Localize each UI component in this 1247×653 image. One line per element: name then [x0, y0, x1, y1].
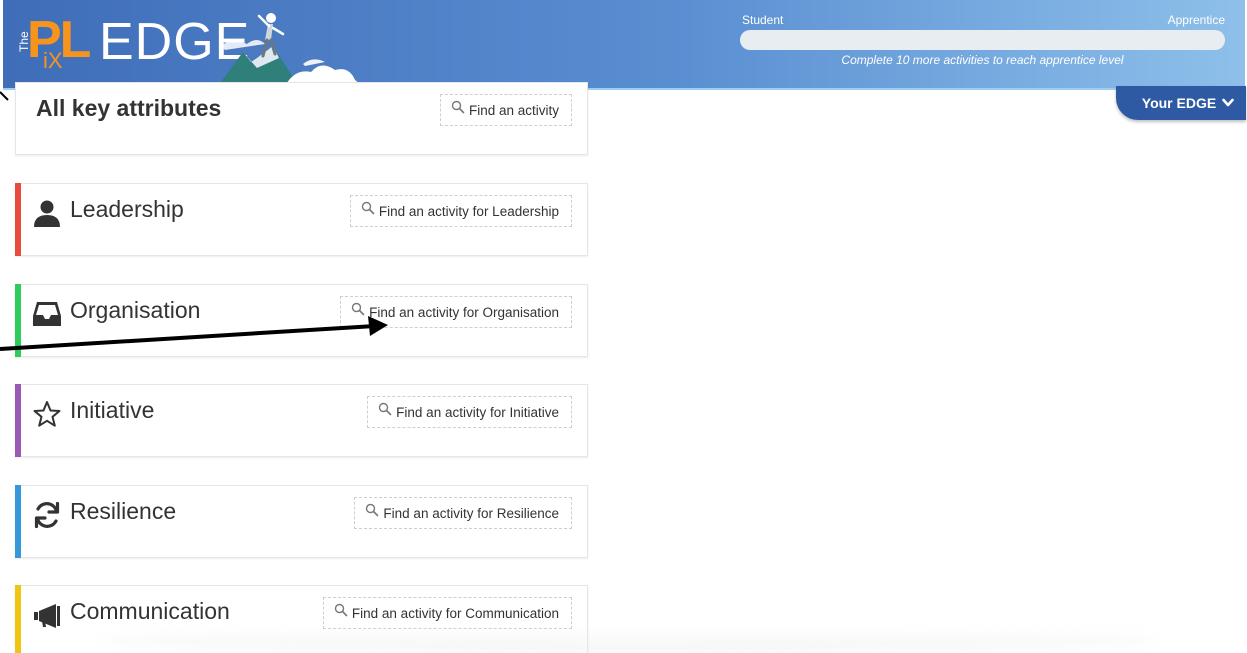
inbox-icon	[33, 302, 61, 326]
resilience-color-stripe	[15, 485, 21, 558]
find-activity-communication-button[interactable]: Find an activity for Communication	[322, 597, 572, 629]
level-progress: Student Apprentice Complete 10 more acti…	[740, 10, 1225, 70]
level-progress-note: Complete 10 more activities to reach app…	[841, 53, 1124, 67]
person-icon	[34, 200, 60, 227]
find-activity-label: Find an activity	[468, 102, 559, 118]
attribute-title: Resilience	[70, 498, 177, 524]
search-icon	[366, 503, 379, 517]
mountain-climber-icon	[215, 13, 361, 90]
attribute-title: Initiative	[70, 397, 155, 423]
find-activity-label: Find an activity for Organisation	[369, 304, 559, 320]
find-activity-button[interactable]: Find an activity	[439, 94, 572, 126]
find-activity-initiative-button[interactable]: Find an activity for Initiative	[367, 396, 572, 428]
attribute-card-leadership: Leadership Find an activity for Leadersh…	[15, 183, 588, 256]
pix-pl-edge-logo[interactable]: The PL iX EDGE	[13, 6, 363, 90]
your-edge-dropdown[interactable]: Your EDGE	[1116, 86, 1246, 120]
leadership-color-stripe	[15, 183, 21, 256]
find-activity-label: Find an activity for Resilience	[383, 505, 559, 521]
find-activity-label: Find an activity for Leadership	[378, 203, 559, 219]
find-activity-label: Find an activity for Initiative	[396, 404, 559, 420]
search-icon	[451, 100, 465, 114]
page: The PL iX EDGE Student Apprentice Comple…	[0, 0, 1247, 653]
refresh-icon	[34, 501, 60, 529]
megaphone-icon	[34, 604, 60, 628]
star-icon	[33, 401, 61, 427]
attribute-card-initiative: Initiative Find an activity for Initiati…	[15, 384, 588, 457]
attribute-title: All key attributes	[36, 95, 222, 121]
chevron-down-icon	[1222, 98, 1235, 107]
organisation-color-stripe	[15, 284, 21, 357]
attribute-title: Organisation	[70, 297, 201, 323]
your-edge-label: Your EDGE	[1141, 95, 1217, 111]
bottom-shadow	[100, 628, 1160, 653]
logo-ix-text: iX	[43, 48, 63, 73]
attribute-title: Leadership	[70, 196, 184, 222]
attribute-card-all: All key attributes Find an activity	[15, 82, 588, 155]
initiative-color-stripe	[15, 384, 21, 457]
search-icon	[361, 201, 375, 215]
find-activity-label: Find an activity for Communication	[351, 605, 559, 621]
attribute-card-resilience: Resilience Find an activity for Resilien…	[15, 485, 588, 558]
annotation-arrow-top	[0, 91, 9, 101]
search-icon	[334, 603, 348, 617]
header-bar: The PL iX EDGE Student Apprentice Comple…	[3, 0, 1245, 90]
attribute-title: Communication	[70, 598, 230, 624]
attribute-card-organisation: Organisation Find an activity for Organi…	[15, 284, 588, 357]
level-current-label: Student	[742, 13, 784, 27]
level-progress-bar	[740, 30, 1225, 50]
level-next-label: Apprentice	[1167, 13, 1225, 27]
search-icon	[378, 402, 392, 416]
find-activity-resilience-button[interactable]: Find an activity for Resilience	[354, 497, 572, 529]
find-activity-organisation-button[interactable]: Find an activity for Organisation	[340, 296, 572, 328]
search-icon	[351, 302, 365, 316]
communication-color-stripe	[15, 585, 21, 653]
find-activity-leadership-button[interactable]: Find an activity for Leadership	[349, 195, 572, 227]
